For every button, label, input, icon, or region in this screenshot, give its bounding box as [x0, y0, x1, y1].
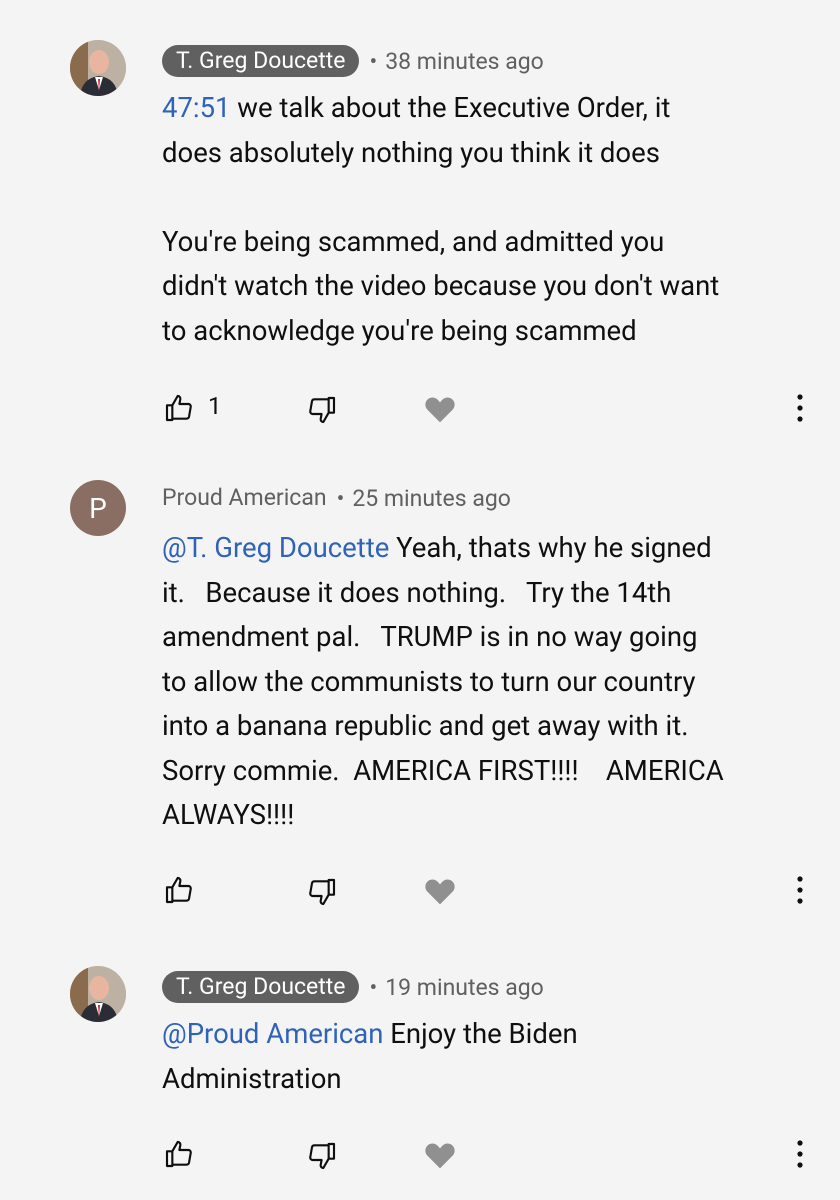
author-name[interactable]: T. Greg Doucette [162, 971, 360, 1003]
profile-photo-icon [70, 966, 126, 1022]
comment-text: @Proud American Enjoy the Biden Administ… [162, 1012, 812, 1101]
thumbs-down-icon[interactable] [306, 394, 338, 426]
thumbs-down-icon[interactable] [306, 1140, 338, 1172]
comment-header: T. Greg Doucette • 19 minutes ago [162, 971, 544, 1003]
separator-dot: • [336, 484, 345, 512]
heart-icon[interactable] [424, 394, 456, 424]
author-avatar[interactable] [70, 966, 126, 1022]
comment-actions: 1 [0, 390, 840, 430]
author-avatar[interactable] [70, 40, 126, 96]
thumbs-up-icon[interactable] [163, 1138, 195, 1170]
thumbs-down-icon[interactable] [306, 876, 338, 908]
more-vert-icon[interactable] [795, 1138, 805, 1170]
author-avatar[interactable]: P [70, 480, 126, 536]
more-vert-icon[interactable] [795, 392, 805, 424]
avatar-letter: P [89, 491, 107, 525]
comment-header: T. Greg Doucette • 38 minutes ago [162, 45, 544, 77]
comment-actions [0, 1136, 840, 1176]
mention-link[interactable]: @Proud American [162, 1017, 383, 1050]
comment-text: 47:51 we talk about the Executive Order,… [162, 86, 812, 353]
heart-icon[interactable] [424, 1140, 456, 1170]
profile-photo-icon [70, 40, 126, 96]
comment-time: 19 minutes ago [385, 973, 544, 1001]
comment-header: Proud American • 25 minutes ago [162, 484, 511, 512]
comment-text: @T. Greg Doucette Yeah, thats why he sig… [162, 526, 812, 838]
author-name[interactable]: Proud American [162, 484, 327, 512]
like-count: 1 [208, 392, 222, 420]
thumbs-up-icon[interactable] [163, 392, 195, 424]
comment-body-text: Yeah, thats why he signed it. Because it… [162, 531, 724, 831]
separator-dot: • [369, 973, 378, 1001]
comment-actions [0, 872, 840, 912]
comment-time: 38 minutes ago [385, 47, 544, 75]
comment-body-text: we talk about the Executive Order, it do… [162, 91, 720, 347]
comment-time: 25 minutes ago [352, 484, 511, 512]
thumbs-up-icon[interactable] [163, 874, 195, 906]
heart-icon[interactable] [424, 876, 456, 906]
more-vert-icon[interactable] [795, 874, 805, 906]
mention-link[interactable]: @T. Greg Doucette [162, 531, 389, 564]
separator-dot: • [369, 47, 378, 75]
author-name[interactable]: T. Greg Doucette [162, 45, 360, 77]
timestamp-link[interactable]: 47:51 [162, 91, 230, 124]
